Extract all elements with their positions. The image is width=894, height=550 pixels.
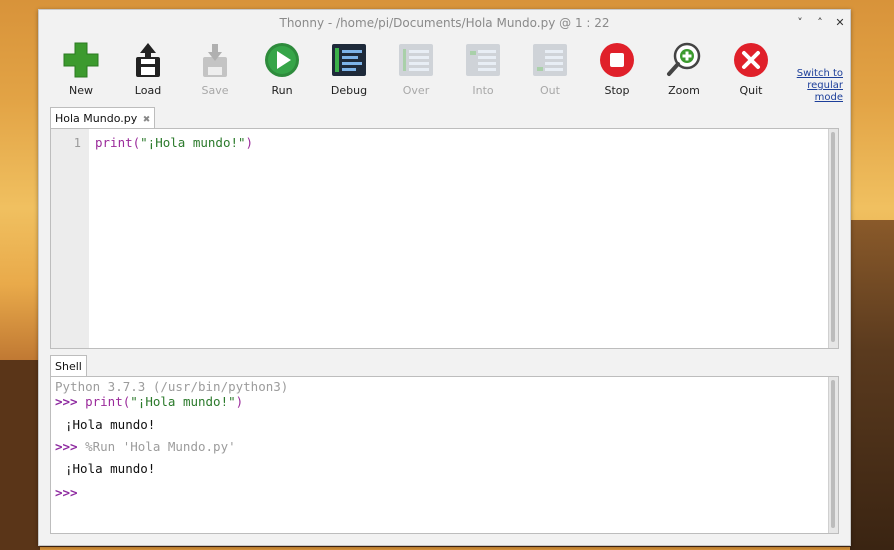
switch-mode-line-3: mode [814, 92, 843, 103]
debug-label: Debug [330, 84, 368, 97]
maximize-button[interactable]: ˄ [813, 16, 827, 29]
shell-output-2: ¡Hola mundo! [65, 461, 156, 476]
shell-scrollbar[interactable] [828, 377, 838, 533]
step-over-button[interactable]: Over [388, 41, 444, 101]
zoom-button[interactable]: Zoom [656, 41, 712, 101]
shell-command-1: >>> print("¡Hola mundo!") [55, 394, 243, 409]
load-icon [136, 43, 160, 77]
editor-scrollbar[interactable] [828, 129, 838, 348]
shell-tab-label: Shell [55, 360, 82, 373]
close-tab-icon[interactable]: ✖ [143, 115, 151, 125]
code-string-literal: "¡Hola mundo!" [140, 135, 246, 150]
zoom-icon [667, 42, 701, 76]
quit-icon [734, 43, 768, 77]
save-icon [203, 44, 227, 77]
shell-panel[interactable]: Python 3.7.3 (/usr/bin/python3) >>> prin… [50, 376, 839, 534]
shell-output-1: ¡Hola mundo! [65, 417, 156, 432]
switch-mode-line-1: Switch to [796, 68, 843, 79]
shell-prompt: >>> [55, 439, 78, 454]
stop-icon [600, 43, 634, 77]
line-number: 1 [73, 136, 81, 150]
new-button[interactable]: New [53, 41, 109, 101]
code-editor[interactable]: 1 print("¡Hola mundo!") [50, 128, 839, 349]
step-out-button[interactable]: Out [522, 41, 578, 101]
window-title: Thonny - /home/pi/Documents/Hola Mundo.p… [279, 16, 610, 30]
minimize-button[interactable]: ˅ [793, 16, 807, 29]
shell-cmd1-func: print( [77, 394, 131, 409]
tab-hola-mundo[interactable]: Hola Mundo.py ✖ [50, 107, 156, 129]
switch-mode-line-2: regular [807, 80, 843, 91]
shell-prompt: >>> [55, 394, 78, 409]
shell-command-2: >>> %Run 'Hola Mundo.py' [55, 439, 236, 454]
run-label: Run [271, 84, 293, 97]
run-icon [265, 43, 299, 77]
shell-version-line: Python 3.7.3 (/usr/bin/python3) [55, 379, 289, 394]
new-label: New [69, 84, 93, 97]
code-close-paren: ) [245, 135, 254, 150]
close-window-button[interactable]: ✕ [833, 16, 847, 29]
zoom-label: Zoom [668, 84, 700, 97]
load-button[interactable]: Load [120, 41, 176, 101]
tab-shell[interactable]: Shell [50, 355, 87, 377]
shell-prompt: >>> [55, 485, 78, 500]
shell-cmd2-run: %Run 'Hola Mundo.py' [77, 439, 236, 454]
code-print-call: print( [95, 135, 141, 150]
stop-label: Stop [604, 84, 630, 97]
editor-scrollbar-thumb[interactable] [831, 132, 835, 342]
toolbar: New Load Save Run Debug Over Into Out St… [39, 38, 850, 106]
background-hill-left [0, 360, 40, 550]
step-over-icon [399, 44, 433, 76]
step-out-icon [533, 44, 567, 76]
load-label: Load [134, 84, 162, 97]
shell-cmd1-string: "¡Hola mundo!" [130, 394, 236, 409]
title-bar[interactable]: Thonny - /home/pi/Documents/Hola Mundo.p… [39, 10, 850, 38]
shell-scrollbar-thumb[interactable] [831, 380, 835, 528]
debug-icon [332, 44, 366, 76]
background-hill-right [850, 220, 894, 550]
stop-button[interactable]: Stop [589, 41, 645, 101]
save-button[interactable]: Save [187, 41, 243, 101]
line-number-gutter: 1 [51, 129, 89, 348]
quit-label: Quit [739, 84, 763, 97]
shell-cmd1-close: ) [235, 394, 244, 409]
code-line-1[interactable]: print("¡Hola mundo!") [95, 135, 253, 150]
debug-button[interactable]: Debug [321, 41, 377, 101]
quit-button[interactable]: Quit [723, 41, 779, 101]
shell-current-prompt[interactable]: >>> [55, 485, 78, 500]
thonny-window: Thonny - /home/pi/Documents/Hola Mundo.p… [38, 9, 851, 546]
switch-to-regular-mode-link[interactable]: Switch to regular mode [787, 68, 843, 104]
save-label: Save [201, 84, 229, 97]
step-into-icon [466, 44, 500, 76]
step-into-button[interactable]: Into [455, 41, 511, 101]
step-into-label: Into [472, 84, 494, 97]
step-out-label: Out [540, 84, 560, 97]
step-over-label: Over [402, 84, 430, 97]
new-icon [63, 42, 99, 78]
editor-tab-label: Hola Mundo.py [55, 112, 138, 125]
run-button[interactable]: Run [254, 41, 310, 101]
